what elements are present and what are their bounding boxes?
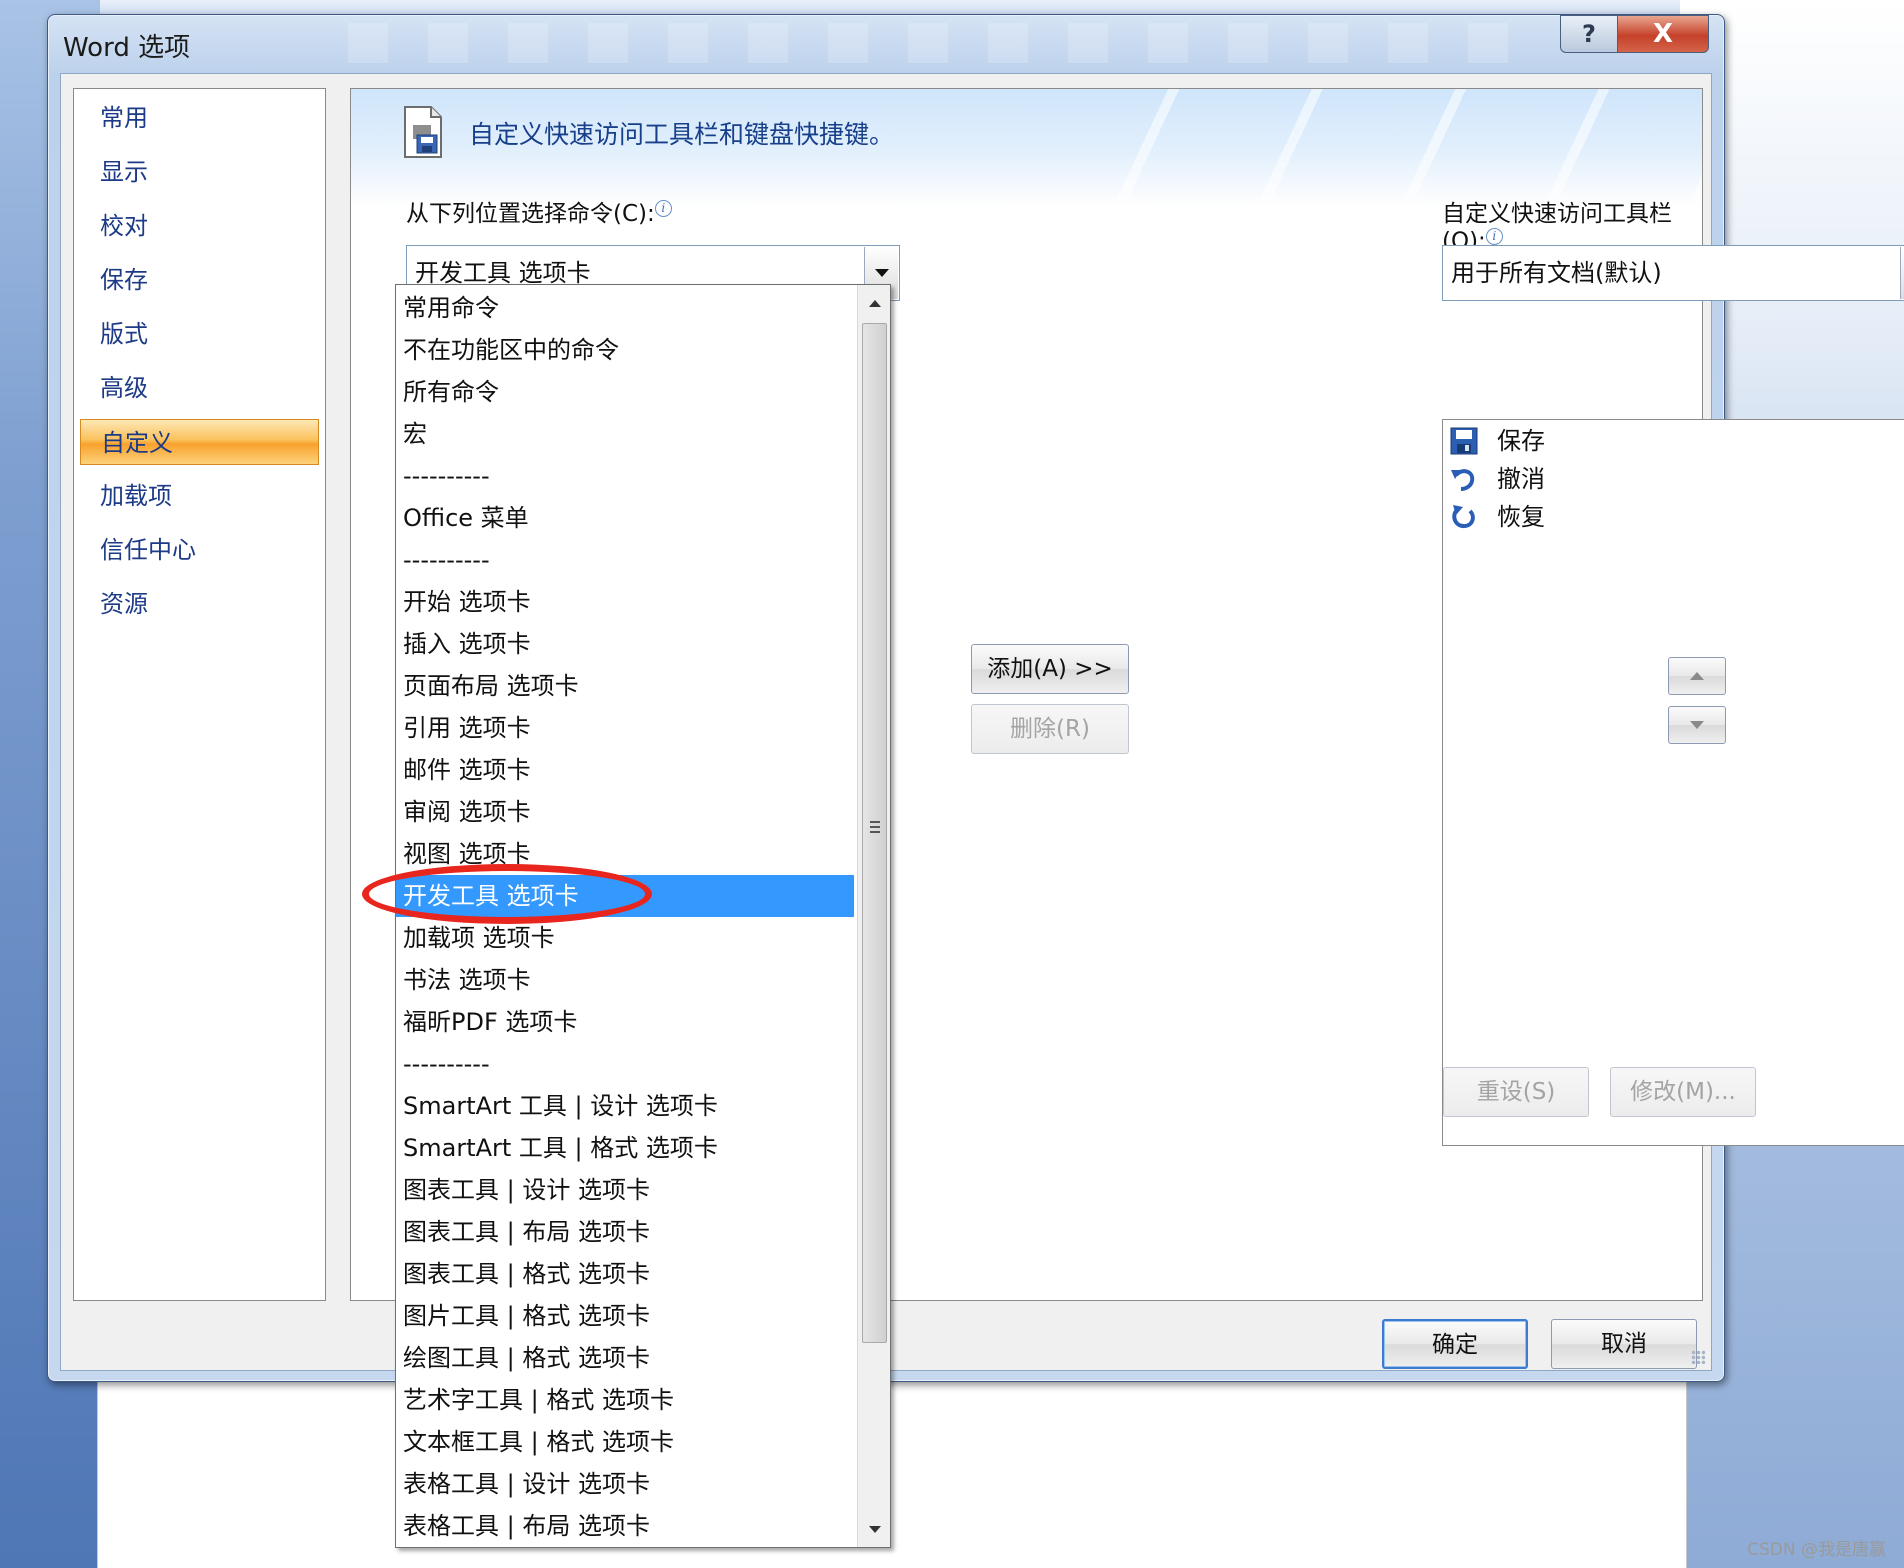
customize-icon <box>404 106 442 158</box>
qat-scope-combo[interactable]: 用于所有文档(默认) <box>1442 245 1904 301</box>
annotation-ellipse <box>362 864 652 924</box>
list-item[interactable]: SmartArt 工具 | 格式 选项卡 <box>396 1127 854 1169</box>
arrow-up-icon <box>869 299 881 307</box>
list-item[interactable]: SmartArt 工具 | 设计 选项卡 <box>396 1085 854 1127</box>
arrow-down-icon <box>869 1525 881 1533</box>
undo-icon <box>1449 464 1479 494</box>
list-item[interactable]: 所有命令 <box>396 371 854 413</box>
list-item[interactable]: Office 菜单 <box>396 497 854 539</box>
list-item[interactable]: 绘图工具 | 格式 选项卡 <box>396 1337 854 1379</box>
chevron-down-icon <box>874 269 889 277</box>
scroll-down-button[interactable] <box>858 1511 890 1547</box>
list-item[interactable]: 图表工具 | 设计 选项卡 <box>396 1169 854 1211</box>
nav-item-addins[interactable]: 加载项 <box>80 473 319 519</box>
list-item[interactable]: 福昕PDF 选项卡 <box>396 1001 854 1043</box>
remove-button[interactable]: 删除(R) <box>971 704 1129 754</box>
watermark: CSDN @我是唐赢 <box>1747 1540 1886 1560</box>
nav-item-customize[interactable]: 自定义 <box>80 419 319 465</box>
nav-item-resources[interactable]: 资源 <box>80 581 319 627</box>
nav-item-save[interactable]: 保存 <box>80 257 319 303</box>
resize-grip[interactable] <box>1691 1350 1705 1364</box>
list-item[interactable]: 撤消 <box>1449 460 1545 498</box>
list-item[interactable]: 加载项 选项卡 <box>396 917 854 959</box>
titlebar-decoration <box>348 23 1548 63</box>
panel-heading: 自定义快速访问工具栏和键盘快捷键。 <box>469 120 895 149</box>
reset-button[interactable]: 重设(S) <box>1443 1067 1589 1117</box>
document-page <box>97 1350 1687 1568</box>
redo-icon <box>1449 502 1479 532</box>
qat-scope-value: 用于所有文档(默认) <box>1451 259 1662 287</box>
scrollbar-thumb[interactable] <box>862 323 887 1343</box>
list-item[interactable]: 不在功能区中的命令 <box>396 329 854 371</box>
nav-item-display[interactable]: 显示 <box>80 149 319 195</box>
list-item[interactable]: 开始 选项卡 <box>396 581 854 623</box>
add-button[interactable]: 添加(A) >> <box>971 644 1129 694</box>
list-separator: ---------- <box>403 462 490 490</box>
choose-commands-label: 从下列位置选择命令(C): i <box>406 194 672 228</box>
dialog-title: Word 选项 <box>63 33 191 63</box>
scroll-up-button[interactable] <box>858 285 890 321</box>
options-nav: 常用 显示 校对 保存 版式 高级 自定义 加载项 信任中心 资源 <box>73 88 326 1301</box>
nav-item-proofing[interactable]: 校对 <box>80 203 319 249</box>
modify-button[interactable]: 修改(M)... <box>1610 1067 1756 1117</box>
help-icon: ? <box>1582 20 1596 48</box>
info-icon: i <box>654 200 672 218</box>
list-item[interactable]: 书法 选项卡 <box>396 959 854 1001</box>
qat-scope-dropdown-button[interactable] <box>1900 247 1904 299</box>
list-item[interactable]: 表格工具 | 设计 选项卡 <box>396 1463 854 1505</box>
close-button[interactable]: X <box>1617 15 1709 53</box>
nav-item-trust-center[interactable]: 信任中心 <box>80 527 319 573</box>
arrow-down-icon <box>1690 721 1704 729</box>
list-item[interactable]: 页面布局 选项卡 <box>396 665 854 707</box>
close-icon: X <box>1652 19 1674 49</box>
save-icon <box>1449 426 1479 456</box>
list-item[interactable]: 保存 <box>1449 422 1545 460</box>
info-icon: i <box>1485 228 1503 245</box>
list-item[interactable]: 常用命令 <box>396 287 854 329</box>
header-decoration <box>1102 89 1702 207</box>
panel-header: 自定义快速访问工具栏和键盘快捷键。 <box>351 89 1702 207</box>
list-separator: ---------- <box>403 546 490 574</box>
list-item[interactable]: 恢复 <box>1449 498 1545 536</box>
nav-item-layout[interactable]: 版式 <box>80 311 319 357</box>
list-separator: ---------- <box>403 1050 490 1078</box>
list-item[interactable]: 图片工具 | 格式 选项卡 <box>396 1295 854 1337</box>
move-down-button[interactable] <box>1668 706 1726 744</box>
list-item[interactable]: 文本框工具 | 格式 选项卡 <box>396 1421 854 1463</box>
nav-item-advanced[interactable]: 高级 <box>80 365 319 411</box>
list-item[interactable]: 插入 选项卡 <box>396 623 854 665</box>
choose-commands-value: 开发工具 选项卡 <box>415 259 591 287</box>
ok-button[interactable]: 确定 <box>1382 1319 1528 1369</box>
list-item[interactable]: 宏 <box>396 413 854 455</box>
list-item[interactable]: 引用 选项卡 <box>396 707 854 749</box>
dropdown-scrollbar[interactable] <box>857 285 890 1547</box>
list-item[interactable]: 审阅 选项卡 <box>396 791 854 833</box>
list-item[interactable]: 邮件 选项卡 <box>396 749 854 791</box>
help-button[interactable]: ? <box>1560 15 1618 53</box>
list-item[interactable]: 艺术字工具 | 格式 选项卡 <box>396 1379 854 1421</box>
nav-item-general[interactable]: 常用 <box>80 95 319 141</box>
qat-command-list: 保存 撤消 恢复 <box>1442 419 1904 1146</box>
arrow-up-icon <box>1690 672 1704 680</box>
list-item[interactable]: 表格工具 | 布局 选项卡 <box>396 1505 854 1547</box>
cancel-button[interactable]: 取消 <box>1551 1319 1697 1369</box>
list-item[interactable]: 图表工具 | 格式 选项卡 <box>396 1253 854 1295</box>
grip-icon <box>870 821 880 835</box>
move-up-button[interactable] <box>1668 657 1726 695</box>
list-item[interactable]: 图表工具 | 布局 选项卡 <box>396 1211 854 1253</box>
